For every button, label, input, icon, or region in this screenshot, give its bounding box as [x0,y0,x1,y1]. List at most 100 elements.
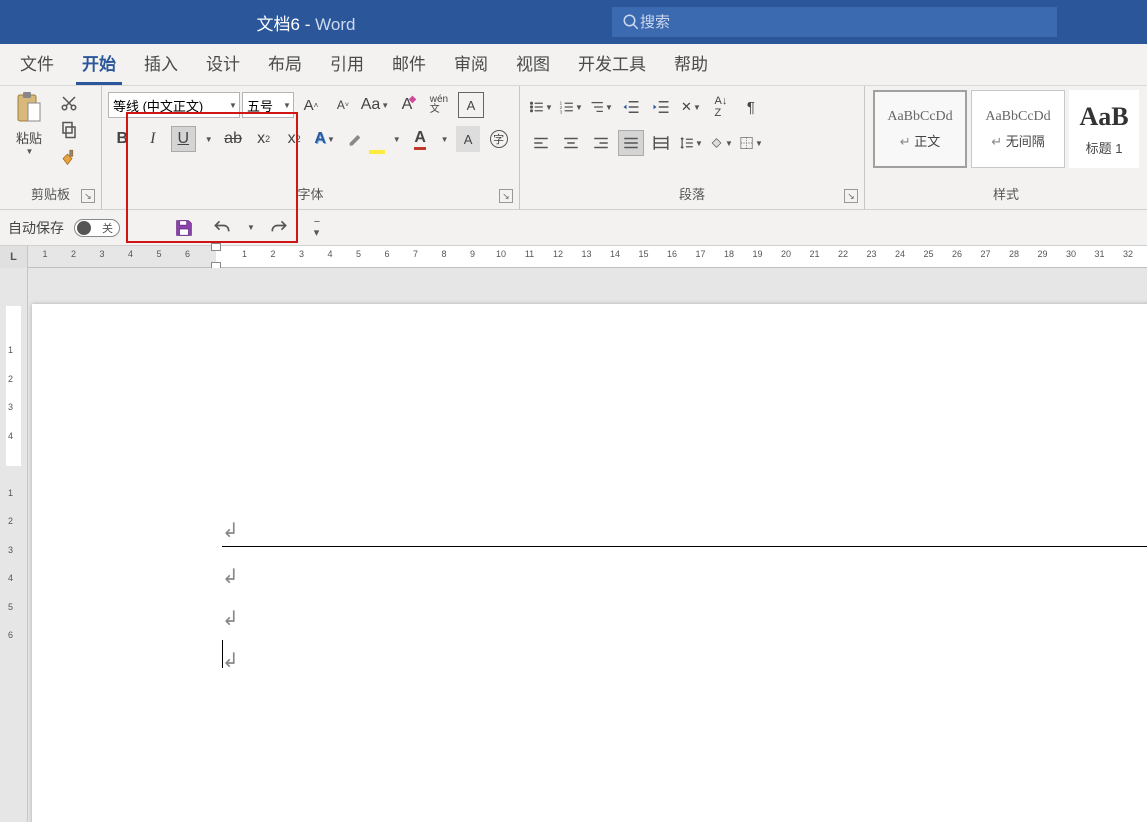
font-color-button[interactable]: A [408,126,433,152]
ruler-tick: 3 [8,402,13,412]
autosave-toggle[interactable]: 关 [74,219,120,237]
ruler-tick: 2 [270,249,275,259]
format-painter-button[interactable] [56,145,82,168]
undo-more[interactable]: ▼ [247,223,255,232]
align-left-button[interactable] [528,130,554,156]
underline-more-button[interactable]: ▼ [202,126,215,152]
page[interactable]: ↲ ↲ ↲ ↲ [32,304,1147,822]
style-heading1[interactable]: AaB 标题 1 [1069,90,1139,168]
vertical-ruler[interactable]: 4321123456 [0,268,28,822]
ruler-tick: 6 [384,249,389,259]
tab-help[interactable]: 帮助 [660,42,722,85]
highlight-button[interactable] [343,126,368,152]
align-right-button[interactable] [588,130,614,156]
horizontal-ruler[interactable]: L 65432112345678910111213141516171819202… [0,246,1147,268]
tab-design[interactable]: 设计 [192,42,254,85]
ruler-tick: 20 [781,249,791,259]
style-normal[interactable]: AaBbCcDd ↵ 正文 [873,90,967,168]
tab-developer[interactable]: 开发工具 [564,42,660,85]
bucket-icon [709,134,724,152]
bullets-button[interactable]: ▼ [528,94,554,120]
strikethrough-button[interactable]: ab [221,126,246,152]
line-spacing-button[interactable]: ▼ [678,130,704,156]
multilevel-list-button[interactable]: ▼ [588,94,614,120]
first-line-indent-marker[interactable] [211,243,221,251]
document-canvas[interactable]: ↲ ↲ ↲ ↲ [28,268,1147,822]
show-marks-button[interactable]: ¶ [738,94,764,120]
superscript-button[interactable]: x2 [282,126,307,152]
distributed-button[interactable] [648,130,674,156]
highlight-more-button[interactable]: ▼ [391,126,402,152]
cut-button[interactable] [56,92,82,115]
redo-button[interactable] [265,214,293,242]
save-button[interactable] [170,214,198,242]
font-launcher[interactable]: ↘ [499,189,513,203]
enclose-characters-button[interactable]: 字 [486,126,511,152]
redo-icon [269,218,289,238]
numbering-button[interactable]: 123▼ [558,94,584,120]
tab-references[interactable]: 引用 [316,42,378,85]
copy-icon [60,121,78,139]
subscript-button[interactable]: x2 [251,126,276,152]
font-size-combo[interactable]: 五号▼ [242,92,294,118]
ruler-tick: 29 [1037,249,1047,259]
change-case-button[interactable]: Aa▼ [362,92,388,118]
svg-text:3: 3 [560,109,563,114]
borders-button[interactable]: ▼ [738,130,764,156]
shading-button[interactable]: ▼ [708,130,734,156]
font-name-combo[interactable]: 等线 (中文正文)▼ [108,92,240,118]
ruler-tick: 1 [8,345,13,355]
asian-layout-button[interactable]: ✕▼ [678,94,704,120]
ruler-tick: 14 [610,249,620,259]
underline-button[interactable]: U [171,126,196,152]
autosave-label: 自动保存 [8,218,64,238]
paragraph-launcher[interactable]: ↘ [844,189,858,203]
distributed-icon [652,134,670,152]
paragraph-mark: ↲ [222,648,239,673]
customize-qat-button[interactable]: −▾ [303,214,331,242]
clear-formatting-button[interactable]: A◆ [394,92,420,118]
search-box[interactable] [612,7,1057,37]
align-center-button[interactable] [558,130,584,156]
search-input[interactable] [640,14,1047,31]
phonetic-guide-button[interactable]: wén文 [426,92,452,118]
sort-button[interactable]: A↓Z [708,94,734,120]
character-border-button[interactable]: A [458,92,484,118]
text-effects-button[interactable]: A▼ [312,126,337,152]
save-icon [173,217,195,239]
ribbon-tabs: 文件 开始 插入 设计 布局 引用 邮件 审阅 视图 开发工具 帮助 [0,44,1147,86]
style-no-spacing[interactable]: AaBbCcDd ↵ 无间隔 [971,90,1065,168]
font-color-more-button[interactable]: ▼ [438,126,449,152]
paste-button[interactable]: 粘贴 ▼ [6,90,52,156]
tab-mailings[interactable]: 邮件 [378,42,440,85]
ruler-tick: 9 [470,249,475,259]
ruler-tick: 3 [8,545,13,555]
chevron-down-icon: ▼ [229,101,237,110]
ruler-tick: 22 [838,249,848,259]
ruler-tick: 32 [1123,249,1133,259]
tab-file[interactable]: 文件 [6,42,68,85]
align-justify-button[interactable] [618,130,644,156]
ruler-tick: 30 [1066,249,1076,259]
grow-font-button[interactable]: A˄ [298,92,324,118]
tab-selector[interactable]: L [0,246,28,268]
tab-view[interactable]: 视图 [502,42,564,85]
clipboard-launcher[interactable]: ↘ [81,189,95,203]
app-name: Word [315,15,355,34]
tab-insert[interactable]: 插入 [130,42,192,85]
ruler-tick: 10 [496,249,506,259]
tab-home[interactable]: 开始 [68,42,130,85]
increase-indent-button[interactable] [648,94,674,120]
undo-button[interactable] [208,214,236,242]
italic-button[interactable]: I [140,126,165,152]
brush-icon [60,148,78,166]
character-shading-button[interactable]: A [456,126,481,152]
copy-button[interactable] [56,119,82,142]
shrink-font-button[interactable]: A˅ [330,92,356,118]
bold-button[interactable]: B [110,126,135,152]
tab-review[interactable]: 审阅 [440,42,502,85]
decrease-indent-button[interactable] [618,94,644,120]
ruler-tick: 18 [724,249,734,259]
ruler-tick: 25 [923,249,933,259]
tab-layout[interactable]: 布局 [254,42,316,85]
